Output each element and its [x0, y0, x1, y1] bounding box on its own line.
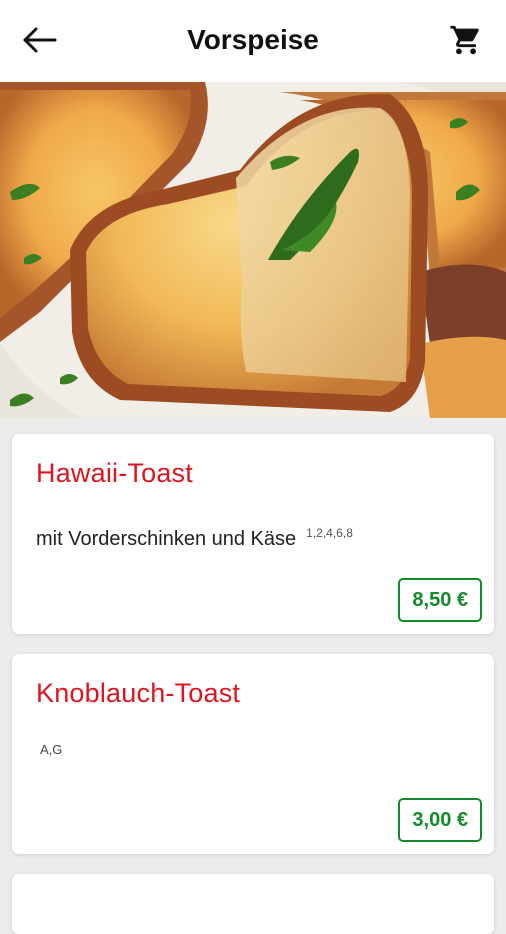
- price-button[interactable]: 3,00 €: [398, 798, 482, 842]
- item-additives: A,G: [40, 742, 63, 757]
- cart-button[interactable]: [446, 20, 486, 60]
- item-name: Hawaii-Toast: [36, 458, 193, 488]
- hero-image: [0, 82, 506, 418]
- item-description: mit Vorderschinken und Käse 1,2,4,6,8: [36, 526, 353, 551]
- menu-item-card[interactable]: [12, 874, 494, 934]
- page-title: Vorspeise: [187, 24, 319, 55]
- item-description-text: mit Vorderschinken und Käse: [36, 528, 297, 550]
- menu-item-card[interactable]: Knoblauch-Toast A,G 3,00 €: [12, 654, 494, 854]
- garlic-toast-photo: [0, 82, 506, 418]
- menu-item-card[interactable]: Hawaii-Toast mit Vorderschinken und Käse…: [12, 434, 494, 634]
- shopping-cart-icon: [450, 25, 479, 55]
- app-bar: Vorspeise: [0, 0, 506, 82]
- price-button[interactable]: 8,50 €: [398, 578, 482, 622]
- item-additives: 1,2,4,6,8: [306, 526, 353, 540]
- item-name: Knoblauch-Toast: [36, 678, 241, 708]
